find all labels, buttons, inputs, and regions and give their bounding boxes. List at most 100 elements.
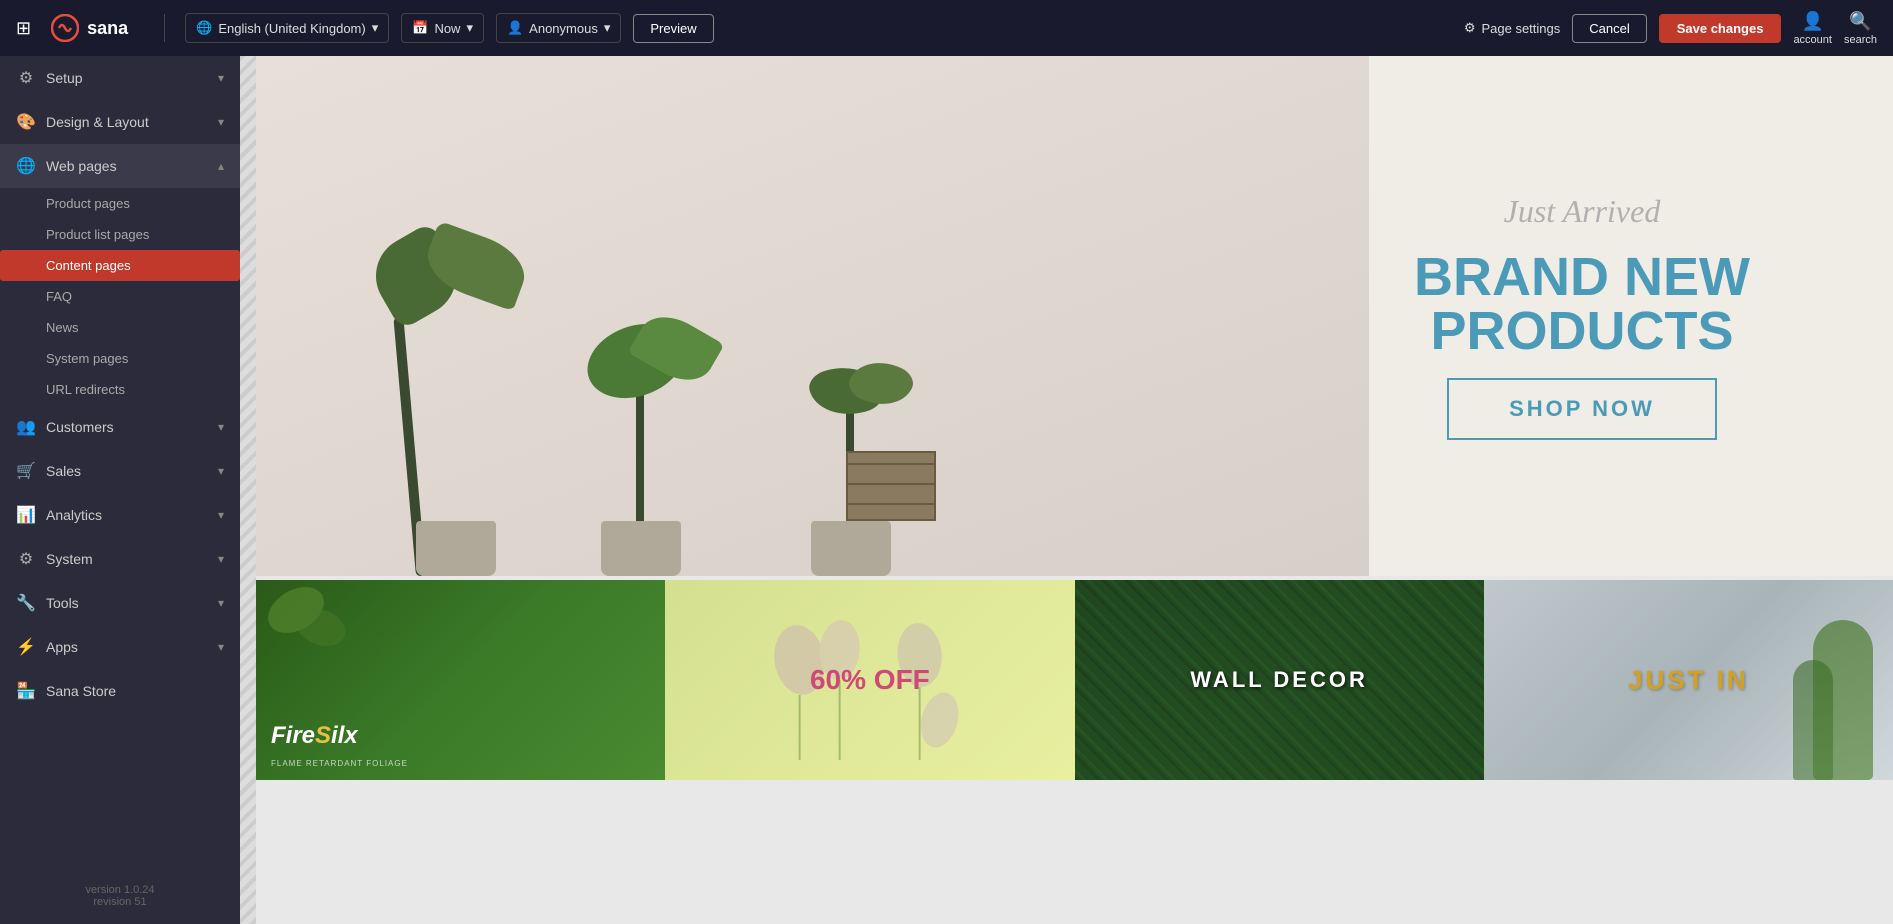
chevron-icon-9: ▾ xyxy=(218,640,224,654)
shop-now-button[interactable]: SHOP NOW xyxy=(1447,378,1717,440)
logo-text: sana xyxy=(87,18,128,39)
product-card-firesilx[interactable]: FireSilx FLAME RETARDANT FOLIAGE xyxy=(256,580,665,780)
pot-3 xyxy=(811,521,891,576)
chevron-icon-8: ▾ xyxy=(218,596,224,610)
chevron-icon: ▾ xyxy=(218,71,224,85)
content-inner: Just Arrived BRAND NEWPRODUCTS SHOP NOW xyxy=(256,56,1893,780)
sidebar-item-sales-label: Sales xyxy=(46,463,208,479)
hero-text-area: Just Arrived BRAND NEWPRODUCTS SHOP NOW xyxy=(1271,56,1893,576)
search-label: search xyxy=(1844,34,1877,46)
logo: sana xyxy=(51,14,128,42)
setup-icon: ⚙ xyxy=(16,68,36,88)
page-settings-button[interactable]: ⚙ Page settings xyxy=(1464,20,1560,36)
search-icon: 🔍 xyxy=(1849,11,1871,32)
content-area: Just Arrived BRAND NEWPRODUCTS SHOP NOW xyxy=(240,56,1893,924)
product-card-60off[interactable]: 60% OFF xyxy=(665,580,1074,780)
sidebar-item-apps[interactable]: ⚡ Apps ▾ xyxy=(0,625,240,669)
sidebar-item-setup[interactable]: ⚙ Setup ▾ xyxy=(0,56,240,100)
sidebar-item-customers-label: Customers xyxy=(46,419,208,435)
version-text: version 1.0.24 xyxy=(16,884,224,896)
hero-plants-area xyxy=(256,56,1369,576)
page-settings-label: Page settings xyxy=(1481,21,1560,36)
chevron-icon-6: ▾ xyxy=(218,508,224,522)
save-button[interactable]: Save changes xyxy=(1659,14,1782,43)
sidebar-item-analytics[interactable]: 📊 Analytics ▾ xyxy=(0,493,240,537)
language-label: English (United Kingdom) xyxy=(218,21,365,36)
settings-icon: ⚙ xyxy=(1464,20,1476,36)
sidebar-item-system-label: System xyxy=(46,551,208,567)
user-label: Anonymous xyxy=(529,21,598,36)
sidebar-sub-faq[interactable]: FAQ xyxy=(0,281,240,312)
sidebar-item-analytics-label: Analytics xyxy=(46,507,208,523)
sidebar-item-tools-label: Tools xyxy=(46,595,208,611)
sidebar-sub-product-pages[interactable]: Product pages xyxy=(0,188,240,219)
preview-label: Preview xyxy=(650,21,696,36)
sidebar-sub-url-redirects[interactable]: URL redirects xyxy=(0,374,240,405)
hero-brand-new: BRAND NEWPRODUCTS xyxy=(1414,250,1750,358)
product-card-justin[interactable]: JUST IN xyxy=(1484,580,1893,780)
sidebar-item-sana-store[interactable]: 🏪 Sana Store xyxy=(0,669,240,713)
language-dropdown[interactable]: 🌐 English (United Kingdom) ▾ xyxy=(185,13,389,43)
date-dropdown[interactable]: 📅 Now ▾ xyxy=(401,13,484,43)
sidebar-item-tools[interactable]: 🔧 Tools ▾ xyxy=(0,581,240,625)
sidebar-item-sana-store-label: Sana Store xyxy=(46,683,224,699)
tools-icon: 🔧 xyxy=(16,593,36,613)
separator-1 xyxy=(164,14,165,42)
pot-1 xyxy=(416,521,496,576)
revision-text: revision 51 xyxy=(16,896,224,908)
analytics-icon: 📊 xyxy=(16,505,36,525)
main-area: ⚙ Setup ▾ 🎨 Design & Layout ▾ 🌐 Web page… xyxy=(0,56,1893,924)
account-label: account xyxy=(1793,34,1832,46)
60off-text: 60% OFF xyxy=(665,580,1074,780)
webpages-icon: 🌐 xyxy=(16,156,36,176)
crate-line-2 xyxy=(848,483,934,485)
grid-icon[interactable]: ⊞ xyxy=(16,18,31,39)
user-icon: 👤 xyxy=(507,20,523,36)
account-icon: 👤 xyxy=(1801,11,1823,32)
product-cards-row: FireSilx FLAME RETARDANT FOLIAGE xyxy=(256,580,1893,780)
chevron-icon-3: ▴ xyxy=(218,159,224,173)
sales-icon: 🛒 xyxy=(16,461,36,481)
customers-icon: 👥 xyxy=(16,417,36,437)
user-dropdown[interactable]: 👤 Anonymous ▾ xyxy=(496,13,621,43)
sidebar-sub-news[interactable]: News xyxy=(0,312,240,343)
calendar-icon: 📅 xyxy=(412,20,428,36)
hero-just-arrived: Just Arrived xyxy=(1504,193,1661,230)
sidebar-version: version 1.0.24 revision 51 xyxy=(0,868,240,924)
sidebar-item-sales[interactable]: 🛒 Sales ▾ xyxy=(0,449,240,493)
sidebar-item-setup-label: Setup xyxy=(46,70,208,86)
content-edge-stripe xyxy=(240,56,256,924)
search-button[interactable]: 🔍 search xyxy=(1844,11,1877,46)
sidebar-item-apps-label: Apps xyxy=(46,639,208,655)
chevron-down-icon-3: ▾ xyxy=(604,20,611,36)
cancel-button[interactable]: Cancel xyxy=(1572,14,1646,43)
sidebar-sub-product-list-pages[interactable]: Product list pages xyxy=(0,219,240,250)
justin-text: JUST IN xyxy=(1484,580,1893,780)
system-icon: ⚙ xyxy=(16,549,36,569)
pot-2 xyxy=(601,521,681,576)
preview-button[interactable]: Preview xyxy=(633,14,713,43)
sidebar-item-customers[interactable]: 👥 Customers ▾ xyxy=(0,405,240,449)
product-card-walldecor[interactable]: WALL DECOR xyxy=(1075,580,1484,780)
firesilx-sub: FLAME RETARDANT FOLIAGE xyxy=(271,759,408,768)
sidebar-item-webpages-label: Web pages xyxy=(46,158,208,174)
chevron-down-icon-2: ▾ xyxy=(466,20,473,36)
sidebar-sub-system-pages[interactable]: System pages xyxy=(0,343,240,374)
chevron-icon-7: ▾ xyxy=(218,552,224,566)
chevron-icon-5: ▾ xyxy=(218,464,224,478)
sidebar-sub-content-pages[interactable]: Content pages xyxy=(0,250,240,281)
crate-line-1 xyxy=(848,463,934,465)
topbar: ⊞ sana 🌐 English (United Kingdom) ▾ 📅 No… xyxy=(0,0,1893,56)
chevron-down-icon: ▾ xyxy=(372,20,379,36)
sidebar: ⚙ Setup ▾ 🎨 Design & Layout ▾ 🌐 Web page… xyxy=(0,56,240,924)
account-button[interactable]: 👤 account xyxy=(1793,11,1832,46)
sidebar-item-system[interactable]: ⚙ System ▾ xyxy=(0,537,240,581)
sidebar-item-design-label: Design & Layout xyxy=(46,114,208,130)
sidebar-item-design-layout[interactable]: 🎨 Design & Layout ▾ xyxy=(0,100,240,144)
hero-banner: Just Arrived BRAND NEWPRODUCTS SHOP NOW xyxy=(256,56,1893,576)
crate-line-3 xyxy=(848,503,934,505)
firesilx-brand: FireSilx xyxy=(271,722,358,750)
sana-store-icon: 🏪 xyxy=(16,681,36,701)
globe-icon: 🌐 xyxy=(196,20,212,36)
sidebar-item-web-pages[interactable]: 🌐 Web pages ▴ xyxy=(0,144,240,188)
